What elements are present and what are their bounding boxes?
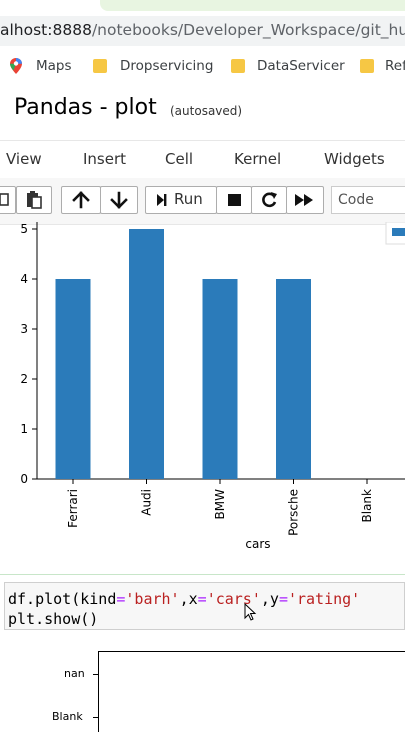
code-token: = (278, 590, 288, 608)
code-token: 'rating' (287, 590, 361, 608)
tab-highlight (100, 0, 405, 11)
ytick-label-blank: Blank (52, 710, 83, 723)
move-cell-down-button[interactable] (100, 186, 138, 214)
bar-chart: 0 1 2 3 4 5 Ferrari Audi BMW Porsche Blank cars (20, 222, 405, 551)
menu-cell[interactable]: Cell (165, 150, 193, 168)
folder-icon (231, 59, 245, 73)
maps-pin-icon (10, 58, 22, 74)
copy-cells-button[interactable] (0, 186, 16, 214)
run-button-label: Run (174, 190, 203, 208)
menu-insert[interactable]: Insert (83, 150, 126, 168)
notebook-title[interactable]: Pandas - plot (14, 95, 157, 120)
y-tick-label: 4 (20, 272, 28, 286)
menu-view[interactable]: View (6, 150, 42, 168)
bar-bmw (202, 279, 238, 479)
interrupt-kernel-button[interactable] (216, 186, 252, 214)
mouse-cursor-icon (244, 603, 257, 621)
fast-forward-icon (295, 194, 313, 206)
paste-cells-button[interactable] (16, 186, 52, 214)
bar-audi (129, 229, 164, 479)
bar-ferrari (55, 279, 91, 479)
y-tick-label: 0 (20, 472, 28, 486)
restart-kernel-button[interactable] (251, 186, 287, 214)
stop-icon (228, 194, 241, 206)
x-axis-label: cars (245, 537, 270, 551)
restart-icon (262, 192, 277, 208)
x-tick-label: Porsche (287, 489, 301, 536)
bookmark-maps[interactable]: Maps (36, 58, 72, 74)
url-host: alhost:8888 (0, 21, 92, 39)
paste-icon (27, 191, 42, 209)
bookmark-ref[interactable]: Ref (385, 58, 405, 74)
move-cell-up-button[interactable] (61, 186, 101, 214)
menu-kernel[interactable]: Kernel (234, 150, 281, 168)
code-line-2: plt.show() (8, 610, 99, 628)
code-token: ,y (260, 590, 279, 608)
url-text[interactable]: alhost:8888/notebooks/Developer_Workspac… (0, 21, 405, 39)
folder-icon (93, 59, 107, 73)
ytick-mark (93, 674, 98, 675)
bookmark-dropservicing[interactable]: Dropservicing (120, 58, 213, 74)
step-forward-icon (157, 194, 167, 206)
url-path: /notebooks/Developer_Workspace/git_hub/ (91, 21, 405, 39)
x-tick-label: Ferrari (66, 489, 80, 528)
code-token: ,x (179, 590, 198, 608)
restart-run-all-button[interactable] (286, 186, 324, 214)
x-tick-label: Audi (140, 489, 154, 516)
legend-swatch (392, 228, 405, 236)
code-token: 'barh' (125, 590, 180, 608)
arrow-down-icon (110, 191, 128, 209)
cell-type-value: Code (338, 192, 374, 208)
bookmark-dataservicer[interactable]: DataServicer (257, 58, 345, 74)
y-tick-label: 1 (20, 422, 28, 436)
code-token: df.plot(kind (8, 590, 117, 608)
x-tick-label: Blank (360, 489, 374, 523)
y-tick-label: 3 (20, 322, 28, 336)
autosave-status: (autosaved) (170, 104, 243, 118)
ytick-label-nan: nan (64, 667, 85, 680)
y-tick-label: 5 (20, 222, 28, 236)
x-tick-label: BMW (213, 489, 227, 520)
copy-icon (0, 193, 9, 206)
arrow-up-icon (72, 191, 90, 209)
code-token: = (197, 590, 207, 608)
code-line-1: df.plot(kind='barh',x='cars',y='rating' (8, 590, 360, 608)
bar-porsche (276, 279, 311, 479)
y-tick-label: 2 (20, 372, 28, 386)
ytick-mark (93, 717, 98, 718)
folder-icon (360, 59, 374, 73)
menu-widgets[interactable]: Widgets (324, 150, 385, 168)
